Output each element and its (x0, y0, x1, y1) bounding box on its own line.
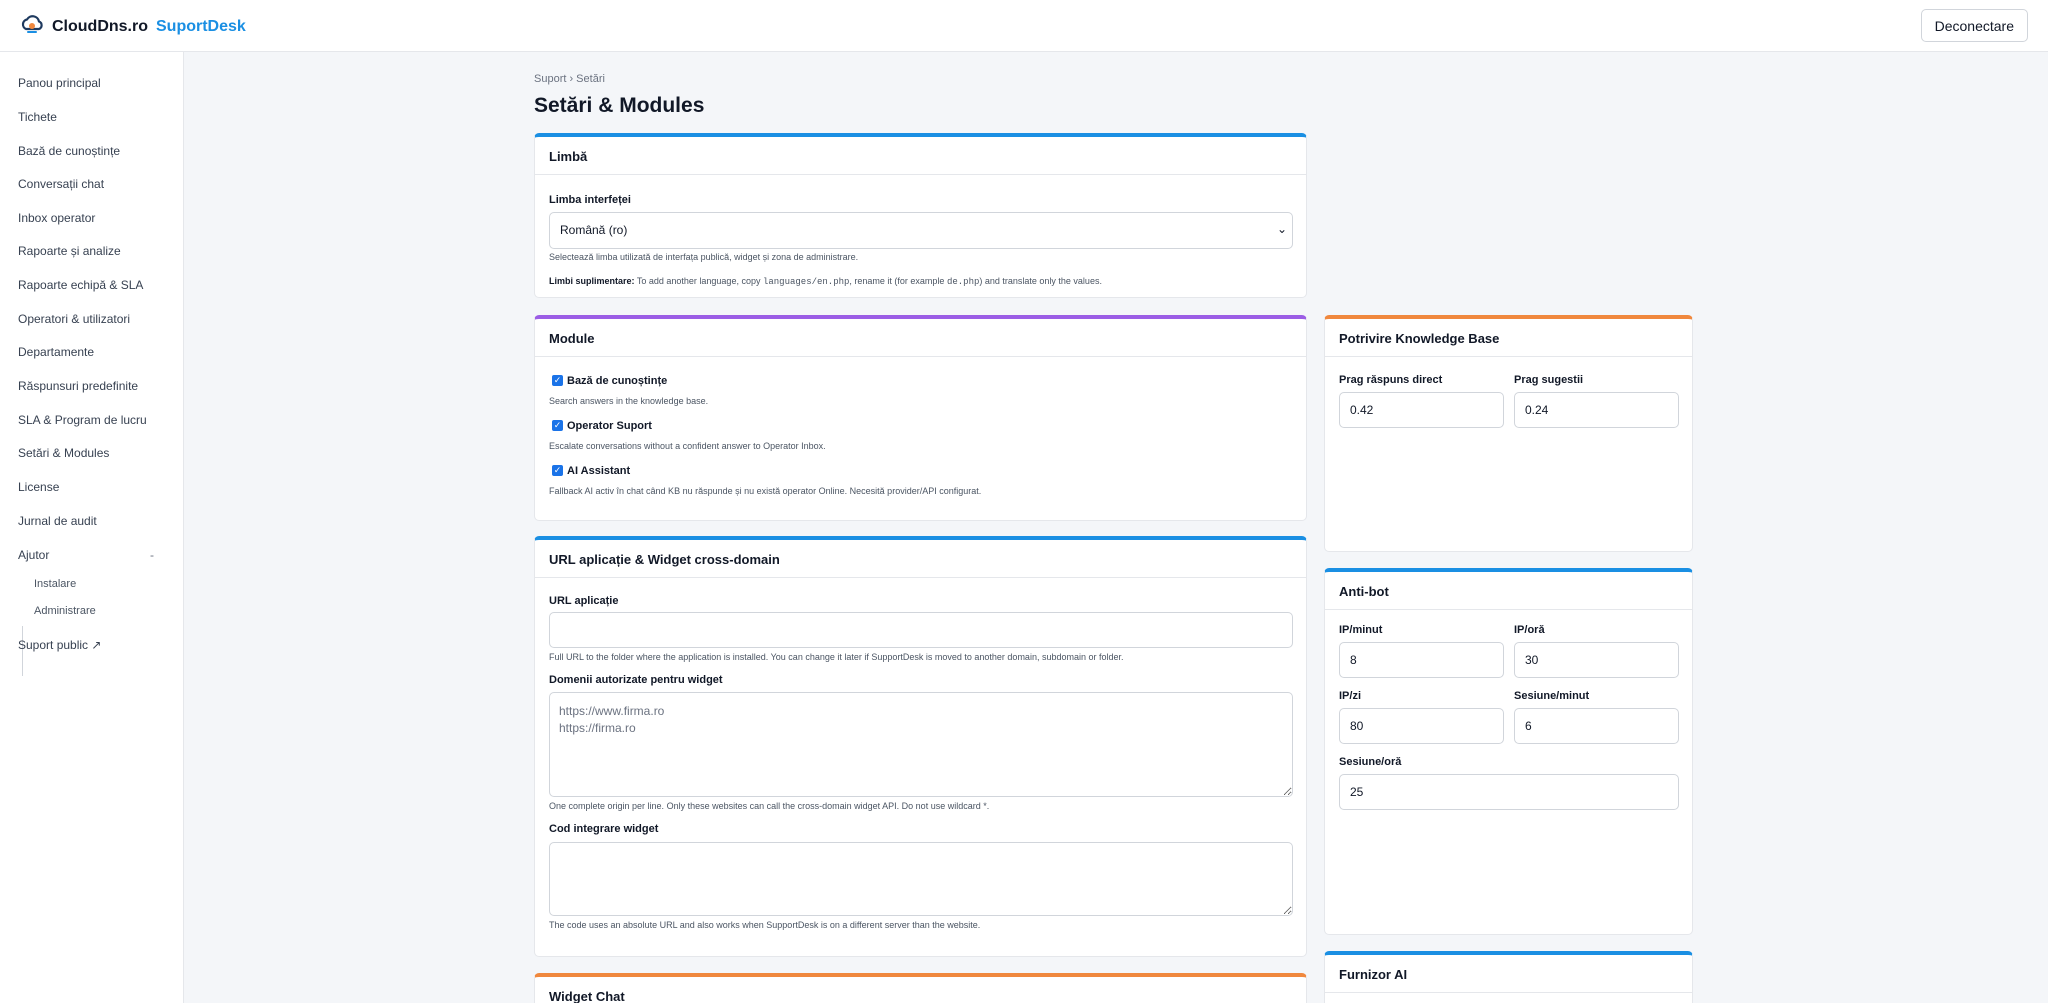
direct-threshold-input[interactable] (1339, 392, 1504, 428)
sidebar-item-settings-modules[interactable]: Setări & Modules (18, 446, 109, 460)
sidebar-item-license[interactable]: License (18, 480, 59, 494)
extra-languages-note: Limbi suplimentare: To add another langu… (549, 276, 1102, 287)
sidebar-item-operators-users[interactable]: Operatori & utilizatori (18, 312, 130, 326)
sidebar-item-departments[interactable]: Departamente (18, 345, 94, 359)
sidebar-subitem-installation[interactable]: Instalare (34, 578, 76, 590)
suggest-threshold-label: Prag sugestii (1514, 374, 1584, 386)
ai-provider-card-title: Furnizor AI (1325, 955, 1692, 993)
module-knowledge-base-checkbox[interactable]: ✓ (552, 375, 563, 386)
embed-code-label: Cod integrare widget (549, 823, 659, 835)
modules-card: Module ✓ Bază de cunoștințe Search answe… (534, 315, 1307, 521)
sidebar-item-chat-conversations[interactable]: Conversații chat (18, 177, 104, 191)
sidebar-item-help[interactable]: Ajutor (18, 548, 49, 562)
suggest-threshold-input[interactable] (1514, 392, 1679, 428)
ip-per-minute-input[interactable] (1339, 642, 1504, 678)
ip-per-minute-label: IP/minut (1339, 624, 1383, 636)
app-url-card-title: URL aplicație & Widget cross-domain (535, 540, 1306, 578)
app-url-card: URL aplicație & Widget cross-domain URL … (534, 536, 1307, 957)
brand-name: CloudDns.ro (52, 17, 148, 35)
app-url-label: URL aplicație (549, 595, 619, 607)
session-per-hour-input[interactable] (1339, 774, 1679, 810)
language-field-label: Limba interfeței (549, 194, 631, 206)
page-title: Setări & Modules (534, 94, 705, 117)
module-operator-support-label[interactable]: Operator Suport (567, 420, 652, 432)
extra-languages-text-1: To add another language, copy (636, 276, 761, 286)
sidebar-subitem-administration[interactable]: Administrare (34, 605, 96, 617)
session-per-minute-input[interactable] (1514, 708, 1679, 744)
ip-per-day-input[interactable] (1339, 708, 1504, 744)
extra-languages-text-3: ) and translate only the values. (979, 276, 1102, 286)
sidebar-item-knowledge-base[interactable]: Bază de cunoștințe (18, 144, 120, 158)
language-card-title: Limbă (535, 137, 1306, 175)
extra-languages-code-2: de.php (946, 277, 980, 287)
antibot-card-title: Anti-bot (1325, 572, 1692, 610)
extra-languages-text-2: , rename it (for example (849, 276, 945, 286)
extra-languages-code-1: languages/en.php (762, 277, 850, 287)
sidebar-item-canned-responses[interactable]: Răspunsuri predefinite (18, 379, 138, 393)
antibot-card: Anti-bot IP/minut IP/oră IP/zi Sesiune/m… (1324, 568, 1693, 935)
brand[interactable]: CloudDns.ro SuportDesk (20, 13, 246, 40)
modules-card-title: Module (535, 319, 1306, 357)
widget-chat-card: Widget Chat (534, 973, 1307, 1003)
module-knowledge-base-desc: Search answers in the knowledge base. (549, 396, 709, 406)
chevron-down-icon: ⌄ (1277, 222, 1288, 236)
top-bar: CloudDns.ro SuportDesk Deconectare (0, 0, 2048, 52)
widget-chat-card-title: Widget Chat (549, 989, 625, 1003)
ip-per-day-label: IP/zi (1339, 690, 1362, 702)
embed-code-textarea[interactable] (549, 842, 1293, 916)
sidebar-item-dashboard[interactable]: Panou principal (18, 76, 101, 90)
brand-accent: SuportDesk (156, 17, 246, 35)
widget-domains-help: One complete origin per line. Only these… (549, 801, 990, 811)
app-url-help: Full URL to the folder where the applica… (549, 652, 1124, 662)
widget-domains-label: Domenii autorizate pentru widget (549, 674, 723, 686)
sidebar-item-sla-schedule[interactable]: SLA & Program de lucru (18, 413, 147, 427)
ai-provider-card: Furnizor AI (1324, 951, 1693, 1003)
language-select-value: Română (ro) (560, 223, 628, 237)
module-operator-support-checkbox[interactable]: ✓ (552, 420, 563, 431)
module-ai-assistant-label[interactable]: AI Assistant (567, 465, 630, 477)
help-collapse-toggle[interactable]: - (150, 548, 154, 562)
module-operator-support-desc: Escalate conversations without a confide… (549, 441, 826, 451)
sidebar-item-team-sla-reports[interactable]: Rapoarte echipă & SLA (18, 278, 143, 292)
language-card: Limbă Limba interfeței Română (ro) ⌄ Sel… (534, 133, 1307, 298)
module-ai-assistant-checkbox[interactable]: ✓ (552, 465, 563, 476)
ip-per-hour-input[interactable] (1514, 642, 1679, 678)
sidebar-item-public-support[interactable]: Suport public ↗ (18, 638, 101, 652)
widget-domains-textarea[interactable] (549, 692, 1293, 797)
kb-match-card-title: Potrivire Knowledge Base (1325, 319, 1692, 357)
module-ai-assistant-desc: Fallback AI activ în chat când KB nu răs… (549, 486, 982, 496)
sidebar: Panou principal Tichete Bază de cunoștin… (0, 52, 184, 1003)
session-per-minute-label: Sesiune/minut (1514, 690, 1590, 702)
breadcrumb: Suport › Setări (534, 73, 605, 85)
extra-languages-label: Limbi suplimentare: (549, 276, 635, 286)
kb-match-card: Potrivire Knowledge Base Prag răspuns di… (1324, 315, 1693, 552)
sidebar-item-tickets[interactable]: Tichete (18, 110, 57, 124)
module-knowledge-base-label[interactable]: Bază de cunoștințe (567, 375, 667, 387)
embed-code-help: The code uses an absolute URL and also w… (549, 920, 981, 930)
ip-per-hour-label: IP/oră (1514, 624, 1545, 636)
session-per-hour-label: Sesiune/oră (1339, 756, 1402, 768)
language-help-text: Selectează limba utilizată de interfața … (549, 252, 859, 262)
language-select[interactable]: Română (ro) (549, 212, 1293, 249)
app-url-input[interactable] (549, 612, 1293, 648)
logout-button[interactable]: Deconectare (1920, 9, 2028, 42)
sidebar-item-operator-inbox[interactable]: Inbox operator (18, 211, 95, 225)
direct-threshold-label: Prag răspuns direct (1339, 374, 1443, 386)
cloud-icon (20, 13, 44, 40)
sidebar-item-reports[interactable]: Rapoarte și analize (18, 244, 121, 258)
sidebar-item-audit-log[interactable]: Jurnal de audit (18, 514, 97, 528)
